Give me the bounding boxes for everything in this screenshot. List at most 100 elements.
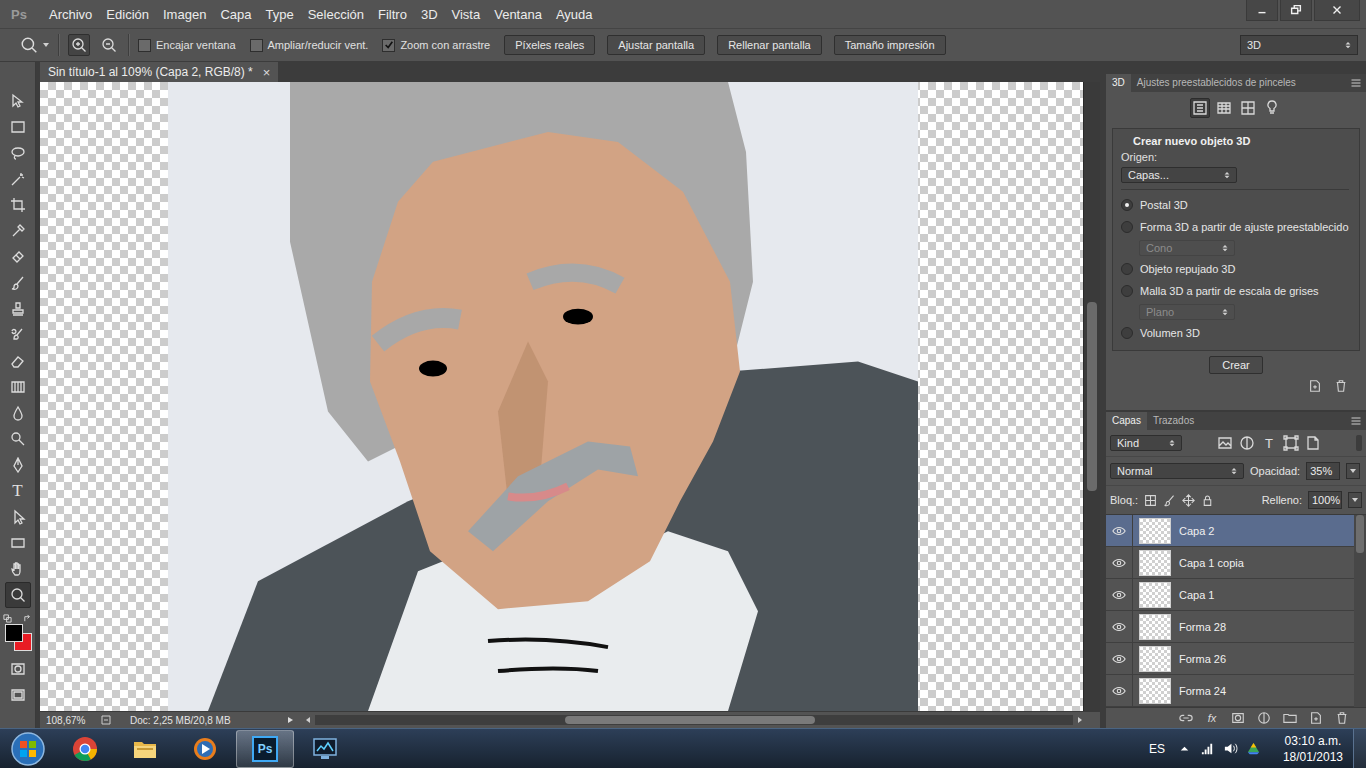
trash-icon[interactable] bbox=[1334, 379, 1348, 393]
menu-item[interactable]: Vista bbox=[445, 7, 488, 22]
opacity-field[interactable]: 35% bbox=[1306, 462, 1340, 480]
default-colors-icon[interactable] bbox=[3, 614, 12, 623]
origin-select[interactable]: Capas... bbox=[1121, 167, 1237, 183]
checkbox[interactable] bbox=[250, 39, 263, 52]
lock-paint-icon[interactable] bbox=[1163, 494, 1176, 507]
network-signal-icon[interactable] bbox=[1200, 741, 1215, 756]
option-button[interactable]: Tamaño impresión bbox=[834, 35, 946, 55]
lock-all-icon[interactable] bbox=[1201, 494, 1214, 507]
scene-filter-button[interactable] bbox=[1190, 98, 1210, 118]
layer-row[interactable]: Forma 24 bbox=[1106, 675, 1354, 707]
option-checkbox[interactable]: Zoom con arrastre bbox=[382, 39, 496, 52]
export-icon[interactable] bbox=[100, 714, 112, 726]
blur-tool[interactable] bbox=[5, 400, 31, 426]
explorer-taskbar-button[interactable] bbox=[116, 730, 174, 768]
rectangle-tool[interactable] bbox=[5, 530, 31, 556]
scroll-left-icon[interactable] bbox=[304, 716, 312, 724]
hand-tool[interactable] bbox=[5, 556, 31, 582]
minimize-button[interactable] bbox=[1246, 0, 1278, 21]
visibility-toggle[interactable] bbox=[1106, 643, 1133, 674]
opacity-slider-button[interactable] bbox=[1346, 463, 1360, 479]
photoshop-taskbar-button[interactable]: Ps bbox=[236, 730, 294, 768]
horizontal-scrollbar[interactable] bbox=[304, 713, 1100, 727]
canvas[interactable] bbox=[40, 82, 1083, 711]
radio-button[interactable] bbox=[1121, 263, 1133, 275]
layer-row[interactable]: Forma 28 bbox=[1106, 611, 1354, 643]
smart-filter-button[interactable] bbox=[1305, 435, 1321, 451]
status-menu-arrow-icon[interactable] bbox=[286, 716, 294, 724]
close-tab-button[interactable]: × bbox=[263, 65, 271, 80]
marquee-tool[interactable] bbox=[5, 114, 31, 140]
scroll-thumb[interactable] bbox=[1356, 515, 1364, 553]
layer-row[interactable]: Capa 1 copia bbox=[1106, 547, 1354, 579]
mesh-filter-button[interactable] bbox=[1214, 98, 1234, 118]
stamp-tool[interactable] bbox=[5, 296, 31, 322]
dodge-tool[interactable] bbox=[5, 426, 31, 452]
layer-row[interactable]: Capa 1 bbox=[1106, 579, 1354, 611]
show-desktop-button[interactable] bbox=[1353, 729, 1366, 768]
option-checkbox[interactable]: Encajar ventana bbox=[138, 39, 242, 52]
new-icon[interactable] bbox=[1308, 379, 1322, 393]
panel-tab[interactable]: 3D bbox=[1106, 74, 1131, 92]
option-button[interactable]: Rellenar pantalla bbox=[717, 35, 822, 55]
checkbox[interactable] bbox=[138, 39, 151, 52]
scroll-right-icon[interactable] bbox=[1076, 716, 1084, 724]
visibility-toggle[interactable] bbox=[1106, 611, 1133, 642]
menu-item[interactable]: Ventana bbox=[487, 7, 549, 22]
fill-slider-button[interactable] bbox=[1348, 492, 1362, 508]
panel-menu-icon[interactable] bbox=[1350, 77, 1362, 89]
type-tool[interactable]: T bbox=[5, 478, 31, 504]
clock[interactable]: 03:10 a.m.18/01/2013 bbox=[1273, 733, 1353, 765]
language-indicator[interactable]: ES bbox=[1137, 742, 1177, 756]
lock-move-icon[interactable] bbox=[1182, 494, 1195, 507]
radio-option[interactable]: Postal 3D bbox=[1121, 196, 1349, 214]
zoom-in-button[interactable] bbox=[68, 34, 90, 56]
radio-option[interactable]: Objeto repujado 3D bbox=[1121, 260, 1349, 278]
light-filter-button[interactable] bbox=[1262, 98, 1282, 118]
gradient-tool[interactable] bbox=[5, 374, 31, 400]
screen-mode-button[interactable] bbox=[5, 682, 31, 708]
radio-button[interactable] bbox=[1121, 221, 1133, 233]
layer-row[interactable]: Capa 2 bbox=[1106, 515, 1354, 547]
radio-button[interactable] bbox=[1121, 327, 1133, 339]
pen-tool[interactable] bbox=[5, 452, 31, 478]
eraser-tool[interactable] bbox=[5, 348, 31, 374]
zoom-level[interactable]: 108,67% bbox=[46, 715, 94, 726]
option-button[interactable]: Píxeles reales bbox=[504, 35, 595, 55]
radio-option[interactable]: Volumen 3D bbox=[1121, 324, 1349, 342]
shape-filter-button[interactable] bbox=[1283, 435, 1299, 451]
panel-tab[interactable]: Capas bbox=[1106, 412, 1147, 430]
move-tool[interactable] bbox=[5, 88, 31, 114]
speaker-icon[interactable] bbox=[1223, 741, 1238, 756]
menu-item[interactable]: Type bbox=[258, 7, 300, 22]
radio-option[interactable]: Malla 3D a partir de escala de grises bbox=[1121, 282, 1349, 300]
menu-item[interactable]: Ayuda bbox=[549, 7, 600, 22]
menu-item[interactable]: Archivo bbox=[42, 7, 99, 22]
monitor-taskbar-button[interactable] bbox=[296, 730, 354, 768]
fill-field[interactable]: 100% bbox=[1308, 491, 1342, 509]
group-button[interactable] bbox=[1282, 710, 1298, 726]
menu-item[interactable]: 3D bbox=[414, 7, 445, 22]
layers-scrollbar[interactable] bbox=[1354, 515, 1366, 707]
radio-option[interactable]: Forma 3D a partir de ajuste preestableci… bbox=[1121, 218, 1349, 236]
visibility-toggle[interactable] bbox=[1106, 515, 1133, 546]
option-checkbox[interactable]: Ampliar/reducir vent. bbox=[250, 39, 375, 52]
menu-item[interactable]: Edición bbox=[99, 7, 156, 22]
brush-tool[interactable] bbox=[5, 270, 31, 296]
media-taskbar-button[interactable] bbox=[176, 730, 234, 768]
zoom-out-button[interactable] bbox=[98, 34, 120, 56]
lock-transparent-icon[interactable] bbox=[1144, 494, 1157, 507]
scroll-thumb[interactable] bbox=[1087, 302, 1097, 491]
pathselect-tool[interactable] bbox=[5, 504, 31, 530]
create-button[interactable]: Crear bbox=[1209, 356, 1263, 374]
visibility-toggle[interactable] bbox=[1106, 547, 1133, 578]
newlayer-button[interactable] bbox=[1308, 710, 1324, 726]
quick-mask-button[interactable] bbox=[5, 656, 31, 682]
filter-kind-select[interactable]: Kind bbox=[1110, 435, 1182, 451]
history-tool[interactable] bbox=[5, 322, 31, 348]
menu-item[interactable]: Imagen bbox=[156, 7, 213, 22]
menu-item[interactable]: Capa bbox=[213, 7, 258, 22]
filter-toggle[interactable] bbox=[1356, 435, 1362, 451]
image-filter-button[interactable] bbox=[1217, 435, 1233, 451]
start-button[interactable] bbox=[0, 731, 56, 767]
